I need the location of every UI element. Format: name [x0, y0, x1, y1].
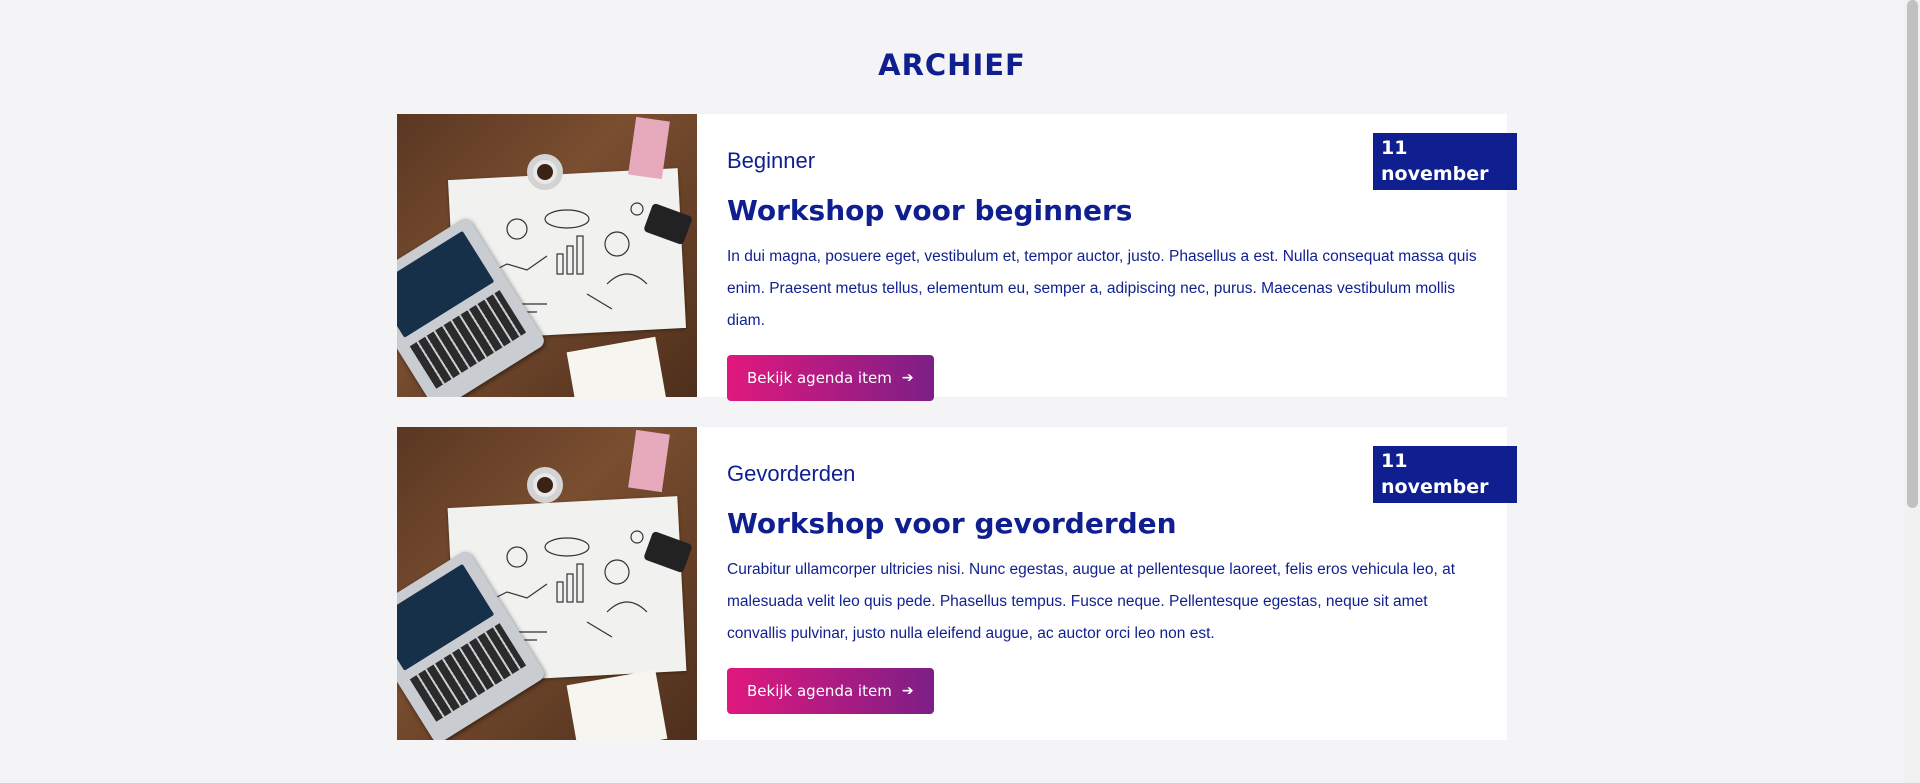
archive-page: ARCHIEF Beginner Workshop voor beginners…: [0, 0, 1920, 783]
date-badge: 11 november 2024: [1373, 133, 1517, 211]
workshop-image: [397, 114, 697, 397]
vertical-scrollbar[interactable]: [1904, 0, 1920, 783]
agenda-card: Beginner Workshop voor beginners In dui …: [397, 114, 1507, 401]
button-label: Bekijk agenda item: [747, 682, 892, 700]
date-badge: 11 november 2024: [1373, 446, 1517, 524]
arrow-right-icon: ➔: [901, 370, 914, 386]
card-description: In dui magna, posuere eget, vestibulum e…: [727, 248, 1477, 329]
card-description: Curabitur ullamcorper ultricies nisi. Nu…: [727, 561, 1456, 642]
arrow-right-icon: ➔: [901, 683, 914, 699]
card-title[interactable]: Workshop voor gevorderden: [727, 507, 1487, 540]
view-agenda-item-button[interactable]: Bekijk agenda item ➔: [727, 668, 934, 714]
view-agenda-item-button[interactable]: Bekijk agenda item ➔: [727, 355, 934, 401]
agenda-card: Gevorderden Workshop voor gevorderden Cu…: [397, 427, 1507, 740]
button-label: Bekijk agenda item: [747, 369, 892, 387]
workshop-image: [397, 427, 697, 740]
card-title[interactable]: Workshop voor beginners: [727, 194, 1487, 227]
scrollbar-thumb[interactable]: [1907, 0, 1918, 508]
page-title: ARCHIEF: [878, 48, 1026, 82]
